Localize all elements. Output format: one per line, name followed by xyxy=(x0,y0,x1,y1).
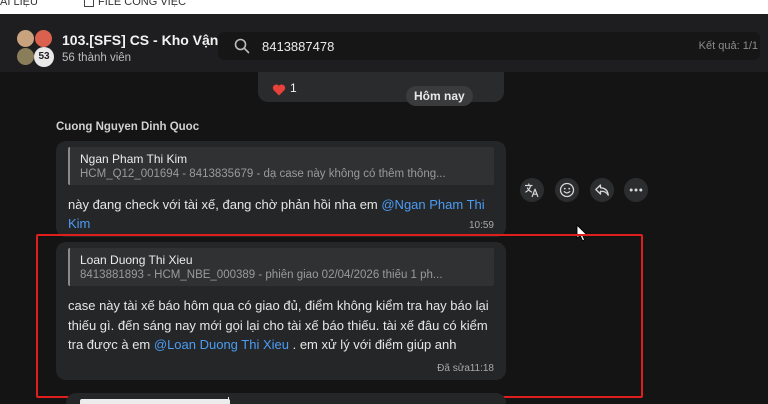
message-time: 10:59 xyxy=(468,220,494,231)
reaction-count[interactable]: 1 xyxy=(290,81,297,95)
sender-name[interactable]: Cuong Nguyen Dinh Quoc xyxy=(56,121,199,133)
search-icon xyxy=(234,38,250,54)
quote-text: HCM_Q12_001694 - 8413835679 - dạ case nà… xyxy=(80,168,446,180)
member-avatar xyxy=(16,29,35,48)
member-avatar xyxy=(16,47,35,66)
partial-quote-author xyxy=(80,399,230,404)
highlight-annotation xyxy=(36,234,643,398)
group-avatar[interactable]: 53 xyxy=(14,27,56,67)
member-count[interactable]: 56 thành viên xyxy=(62,52,131,64)
translate-button[interactable] xyxy=(520,178,544,202)
reply-icon xyxy=(595,184,609,196)
quoted-message[interactable]: Ngan Pham Thi Kim HCM_Q12_001694 - 84138… xyxy=(68,147,494,185)
quote-author: Ngan Pham Thi Kim xyxy=(80,152,188,166)
chat-area: 1 Hôm nay Cuong Nguyen Dinh Quoc Ngan Ph… xyxy=(0,72,768,404)
search-input[interactable] xyxy=(262,37,622,55)
translate-icon xyxy=(524,183,539,198)
message-text-part: này đang check với tài xế, đang chờ phản… xyxy=(68,197,382,212)
tab-work-files[interactable]: FILE CÔNG VIỆC xyxy=(98,0,186,8)
smiley-icon xyxy=(559,182,575,198)
date-divider: Hôm nay xyxy=(406,86,473,106)
group-name[interactable]: 103.[SFS] CS - Kho Vận xyxy=(62,32,218,48)
avatar-extra-count: 53 xyxy=(34,47,54,67)
message-bubble[interactable]: Ngan Pham Thi Kim HCM_Q12_001694 - 84138… xyxy=(56,141,506,237)
member-avatar xyxy=(34,29,53,48)
message-text: này đang check với tài xế, đang chờ phản… xyxy=(68,195,488,233)
react-button[interactable] xyxy=(555,178,579,202)
tab-documents[interactable]: ÀI LIỆU xyxy=(0,0,38,8)
partial-message-bubble xyxy=(66,393,506,404)
divider xyxy=(228,397,229,404)
heart-icon[interactable] xyxy=(272,83,286,97)
more-icon xyxy=(629,188,643,192)
reply-button[interactable] xyxy=(590,178,614,202)
folder-icon xyxy=(84,0,94,7)
chat-header: 53 103.[SFS] CS - Kho Vận 56 thành viên … xyxy=(0,14,768,72)
search-bar[interactable]: Kết quả: 1/1 xyxy=(218,32,760,60)
more-button[interactable] xyxy=(624,178,648,202)
top-tab-strip: ÀI LIỆU FILE CÔNG VIỆC xyxy=(0,0,768,14)
search-result-count: Kết quả: 1/1 xyxy=(698,40,758,52)
